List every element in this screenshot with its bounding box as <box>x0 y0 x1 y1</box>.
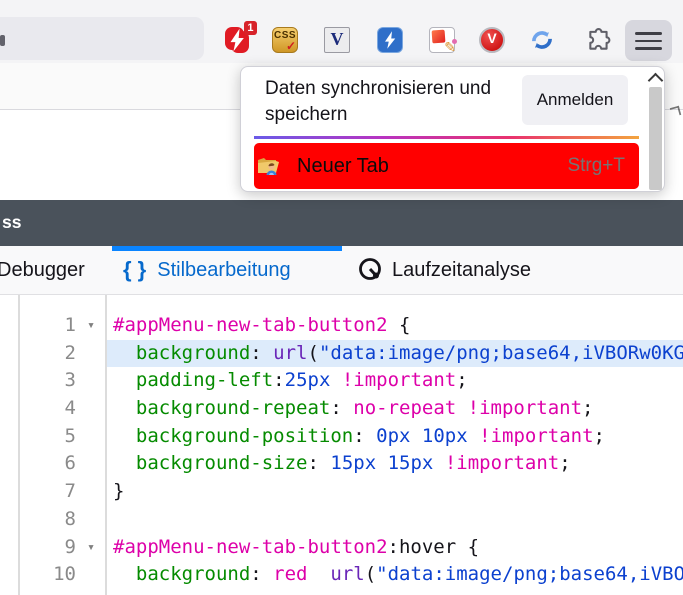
line-number: 5 <box>18 423 76 451</box>
code-line[interactable]: 4 background-repeat: no-repeat !importan… <box>18 395 683 423</box>
code-line[interactable]: 5 background-position: 0px 10px !importa… <box>18 423 683 451</box>
code-text: background-position: 0px 10px !important… <box>106 423 683 451</box>
hamburger-line <box>635 32 662 35</box>
fold-gutter <box>76 423 106 451</box>
fold-gutter <box>76 506 106 534</box>
line-number: 4 <box>18 395 76 423</box>
tab-debugger[interactable]: Debugger <box>0 246 85 294</box>
devtools-header-bar: ss <box>0 200 683 246</box>
fold-arrow-icon[interactable]: ▾ <box>76 312 106 340</box>
browser-toolbar: 1 CSS✓ V ✎ V <box>0 0 683 63</box>
v-letter-extension-icon[interactable]: V <box>324 27 350 53</box>
code-text: #appMenu-new-tab-button2 { <box>106 312 683 340</box>
sync-heading: Daten synchronisieren und speichern <box>265 76 515 128</box>
code-line[interactable]: 3 padding-left:25px !important; <box>18 367 683 395</box>
sync-gradient-divider <box>254 136 639 139</box>
line-number: 1 <box>18 312 76 340</box>
red-lightning-extension-icon[interactable]: 1 <box>224 27 250 53</box>
blue-lightning-extension-icon[interactable] <box>377 27 403 53</box>
fold-gutter <box>76 450 106 478</box>
gauge-icon <box>356 256 384 284</box>
tab-label: Laufzeitanalyse <box>392 259 531 282</box>
code-line[interactable]: 1▾#appMenu-new-tab-button2 { <box>18 312 683 340</box>
extensions-puzzle-icon[interactable] <box>586 27 612 53</box>
sign-in-button[interactable]: Anmelden <box>522 75 628 125</box>
url-bar-clipped-text <box>0 35 5 46</box>
code-text: padding-left:25px !important; <box>106 367 683 395</box>
page-edit-extension-icon[interactable]: ✎ <box>429 27 455 53</box>
code-line[interactable]: 2 background: url("data:image/png;base64… <box>18 340 683 368</box>
code-line[interactable]: 8 <box>18 506 683 534</box>
firefox-window: 1 CSS✓ V ✎ V ss Debugger { } Stilbearbeitung <box>0 0 683 595</box>
code-text <box>106 506 683 534</box>
code-line[interactable]: 7} <box>18 478 683 506</box>
url-bar[interactable] <box>0 17 204 60</box>
code-lines: 1▾#appMenu-new-tab-button2 {2 background… <box>18 312 683 589</box>
menu-item-shortcut: Strg+T <box>567 143 625 189</box>
hamburger-menu-button[interactable] <box>625 20 672 61</box>
line-number: 8 <box>18 506 76 534</box>
stylesheet-name-truncated: ss <box>2 200 21 244</box>
menu-item-new-tab[interactable]: Neuer Tab Strg+T <box>254 143 639 189</box>
panel-scrollbar-thumb[interactable] <box>649 87 662 190</box>
code-text: background: url("data:image/png;base64,i… <box>106 340 683 368</box>
menu-item-label: Neuer Tab <box>297 143 389 189</box>
code-text: background: red url("data:image/png;base… <box>106 561 683 589</box>
app-menu-panel: Daten synchronisieren und speichern Anme… <box>240 66 665 192</box>
code-line[interactable]: 6 background-size: 15px 15px !important; <box>18 450 683 478</box>
tab-label: Debugger <box>0 259 85 282</box>
fold-gutter <box>76 367 106 395</box>
line-number: 3 <box>18 367 76 395</box>
line-number: 2 <box>18 340 76 368</box>
notification-badge: 1 <box>244 21 257 35</box>
line-number: 6 <box>18 450 76 478</box>
panel-scrollbar[interactable] <box>648 68 663 191</box>
line-number: 9 <box>18 534 76 562</box>
tab-label: Stilbearbeitung <box>157 259 290 282</box>
fold-gutter <box>76 340 106 368</box>
code-text: } <box>106 478 683 506</box>
braces-icon: { } <box>123 257 146 283</box>
css-extension-icon[interactable]: CSS✓ <box>272 27 298 53</box>
code-text: #appMenu-new-tab-button2:hover { <box>106 534 683 562</box>
line-number: 7 <box>18 478 76 506</box>
code-line[interactable]: 9▾#appMenu-new-tab-button2:hover { <box>18 534 683 562</box>
user-folder-icon <box>257 154 280 177</box>
code-line[interactable]: 10 background: red url("data:image/png;b… <box>18 561 683 589</box>
scroll-up-chevron-icon[interactable] <box>648 73 664 89</box>
fold-gutter <box>76 395 106 423</box>
line-number: 10 <box>18 561 76 589</box>
tab-style-editor[interactable]: { } Stilbearbeitung <box>123 246 291 294</box>
devtools-tab-bar: Debugger { } Stilbearbeitung Laufzeitana… <box>0 246 683 295</box>
fold-gutter <box>76 561 106 589</box>
code-text: background-size: 15px 15px !important; <box>106 450 683 478</box>
fold-arrow-icon[interactable]: ▾ <box>76 534 106 562</box>
hamburger-line <box>635 47 662 50</box>
fold-gutter <box>76 478 106 506</box>
red-v-extension-icon[interactable]: V <box>479 27 505 53</box>
code-text: background-repeat: no-repeat !important; <box>106 395 683 423</box>
style-editor-source[interactable]: 1▾#appMenu-new-tab-button2 {2 background… <box>0 294 683 595</box>
sync-arrows-extension-icon[interactable] <box>529 27 555 53</box>
tab-performance[interactable]: Laufzeitanalyse <box>356 246 531 294</box>
hamburger-line <box>635 40 662 43</box>
